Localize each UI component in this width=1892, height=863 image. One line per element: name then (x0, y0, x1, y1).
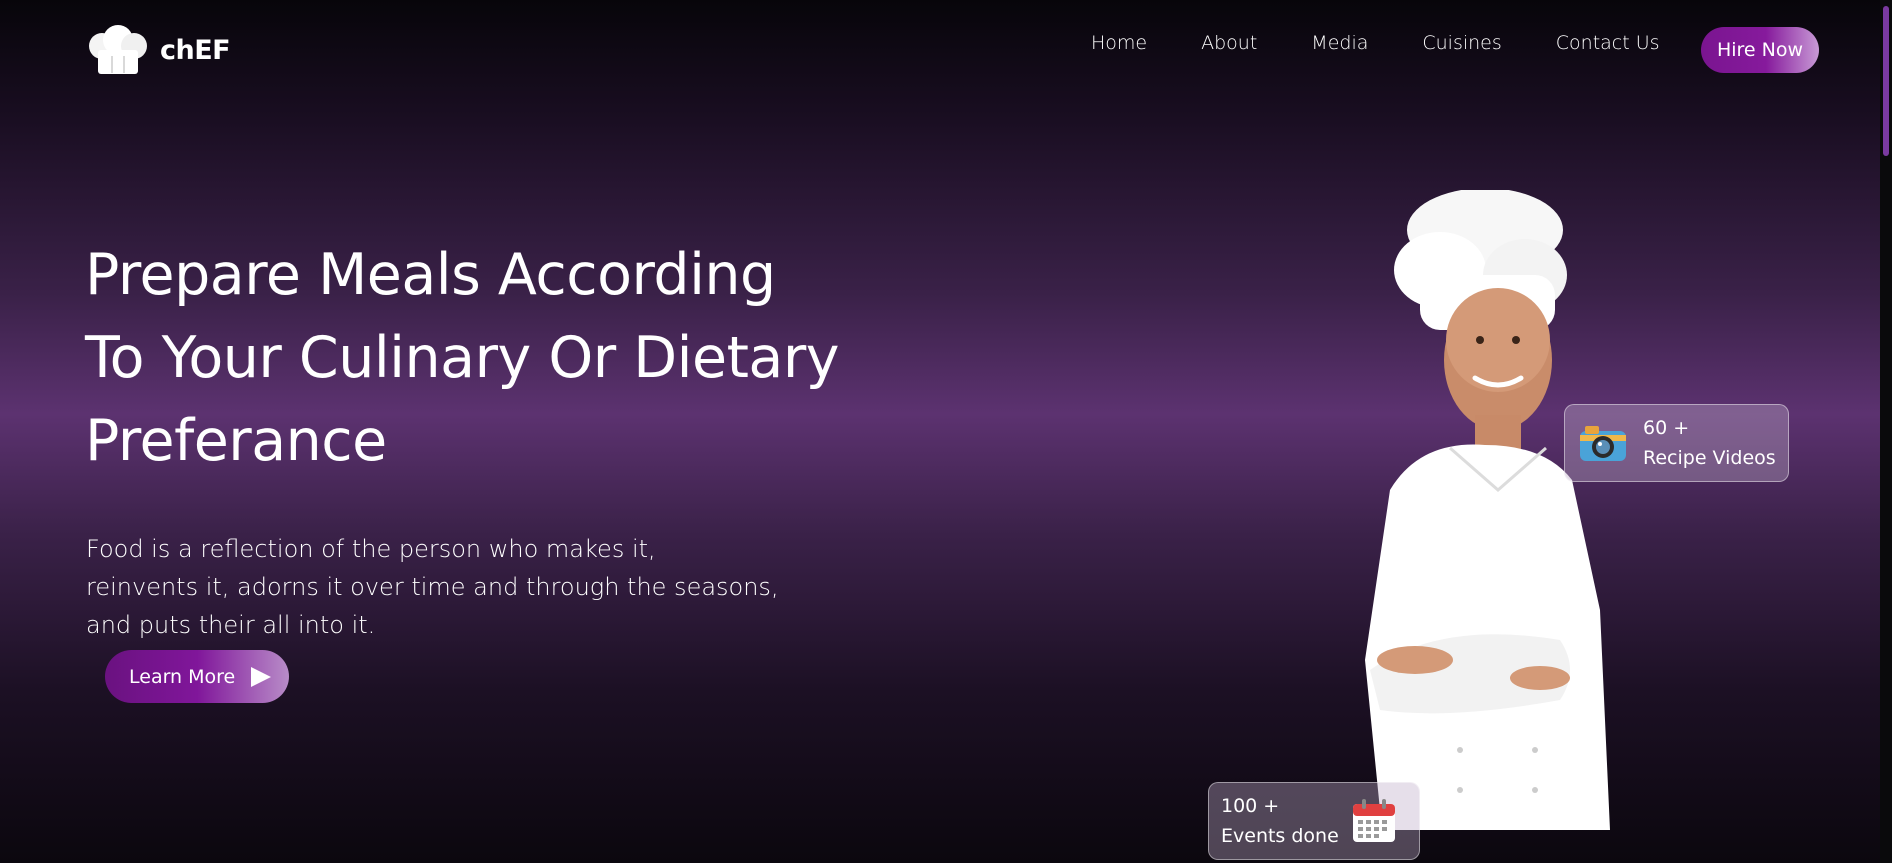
logo-text: chEF (160, 34, 231, 66)
stat-card-recipe-videos: 60 + Recipe Videos (1564, 404, 1789, 482)
calendar-icon (1352, 799, 1395, 842)
stat-card-events-done: 100 + Events done (1208, 782, 1420, 860)
hero-title-line: To Your Culinary Or Dietary (85, 325, 840, 391)
hero-description-line: Food is a reflection of the person who m… (86, 535, 656, 563)
scrollbar[interactable] (1880, 0, 1892, 863)
hero-description: Food is a reflection of the person who m… (86, 530, 806, 644)
nav-about[interactable]: About (1201, 32, 1257, 54)
nav-cuisines[interactable]: Cuisines (1422, 32, 1501, 54)
nav-home[interactable]: Home (1091, 32, 1147, 54)
nav-contact-us[interactable]: Contact Us (1556, 32, 1660, 54)
hire-now-button[interactable]: Hire Now (1701, 27, 1819, 73)
learn-more-button[interactable]: Learn More (105, 650, 289, 703)
scrollbar-thumb[interactable] (1883, 6, 1889, 156)
stat-videos-count: 60 + (1643, 417, 1690, 439)
hero-description-line: reinvents it, adorns it over time and th… (86, 573, 779, 601)
stat-videos-text: 60 + Recipe Videos (1643, 413, 1776, 473)
play-arrow-icon (251, 666, 272, 687)
stat-events-label: Events done (1221, 825, 1339, 847)
main-nav: Home About Media Cuisines Contact Us (1091, 32, 1714, 54)
hero-title-line: Prepare Meals According (85, 242, 776, 308)
nav-media[interactable]: Media (1311, 32, 1368, 54)
stat-videos-label: Recipe Videos (1643, 447, 1776, 469)
hero-title: Prepare Meals According To Your Culinary… (85, 234, 845, 483)
camera-icon (1580, 426, 1626, 461)
learn-more-label: Learn More (129, 665, 236, 688)
stat-events-text: 100 + Events done (1221, 791, 1339, 851)
stat-events-count: 100 + (1221, 795, 1280, 817)
chef-illustration (1365, 190, 1610, 830)
hero-title-line: Preferance (85, 408, 387, 474)
logo[interactable]: chEF (86, 24, 231, 76)
chef-hat-icon (89, 25, 147, 74)
hero-description-line: and puts their all into it. (86, 611, 376, 639)
